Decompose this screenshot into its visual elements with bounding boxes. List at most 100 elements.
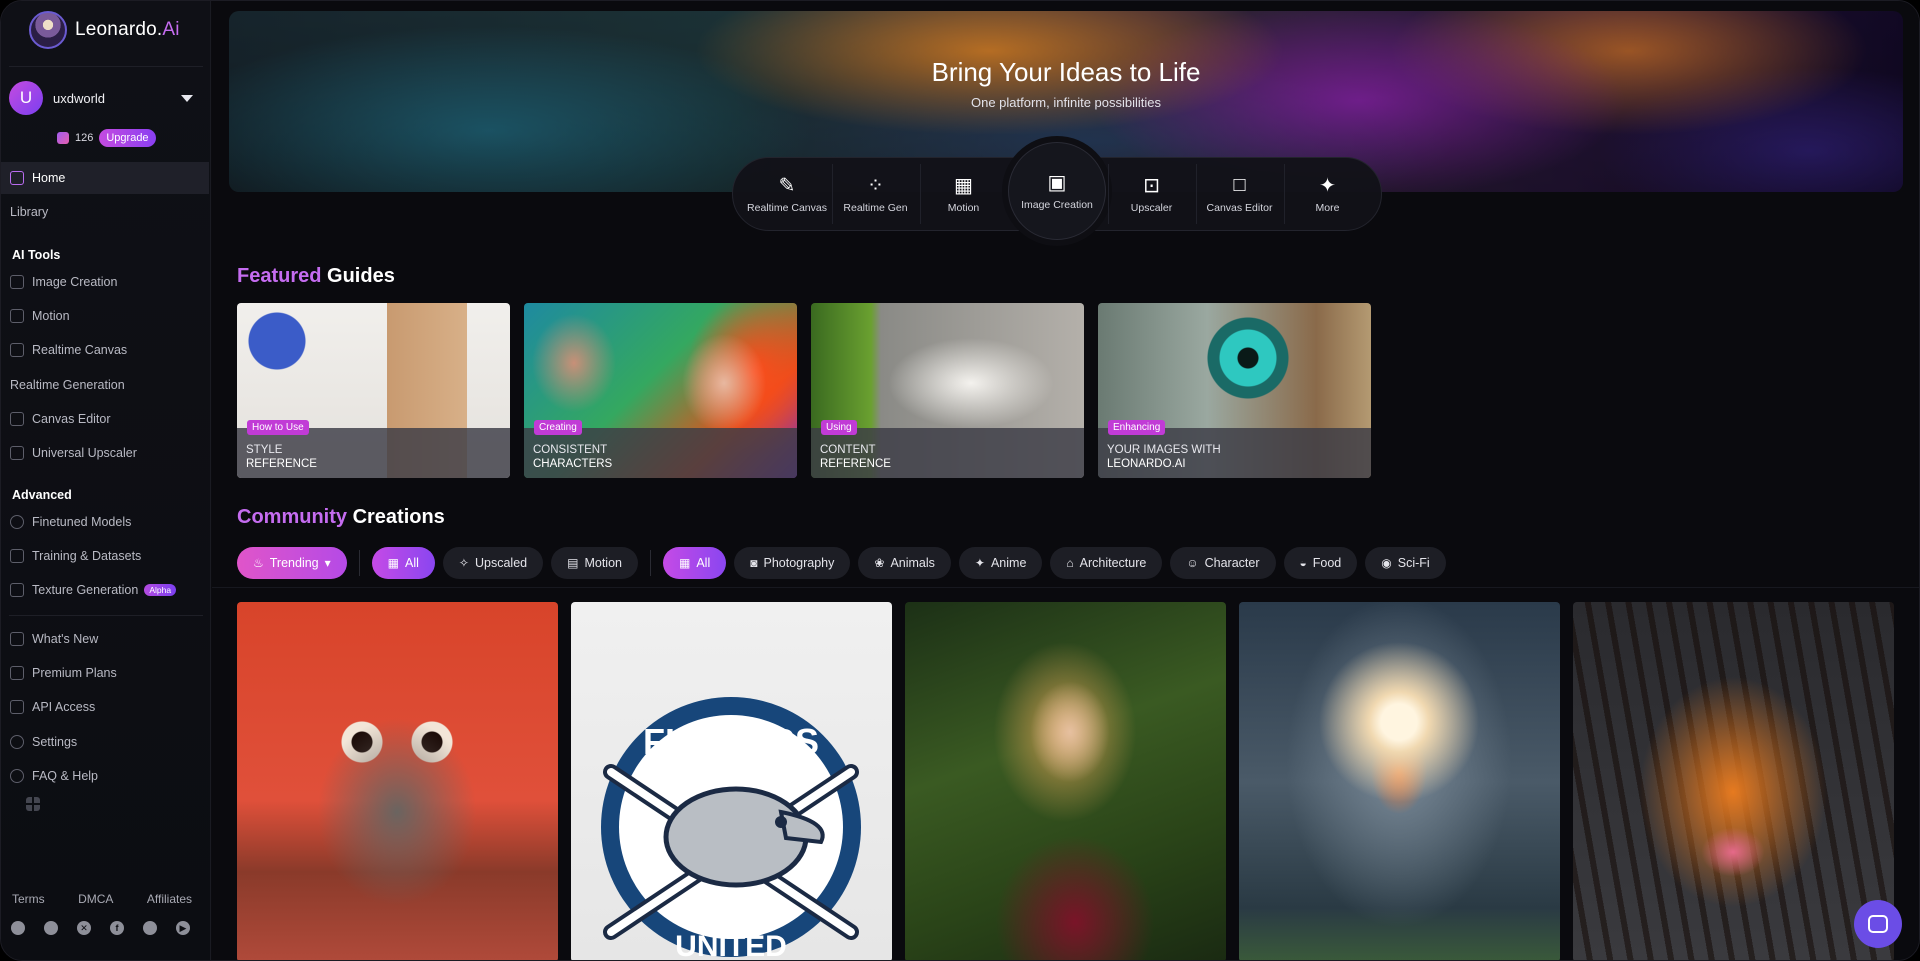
guide-card[interactable]: How to Use Style Reference	[237, 303, 510, 478]
chevron-down-icon[interactable]	[181, 94, 193, 102]
sidebar-item-premium-plans[interactable]: Premium Plans	[1, 657, 209, 689]
flippers-top-text: FLIPPERS	[643, 721, 819, 762]
filter-label: Upscaled	[474, 556, 528, 570]
affiliates-link[interactable]: Affiliates	[147, 892, 192, 906]
filter-category-animals[interactable]: ❀ Animals	[858, 547, 951, 579]
tool-upscaler[interactable]: ⊡ Upscaler	[1108, 164, 1194, 224]
filter-bar: ♨ Trending ▾ ▦ All ✧ Upscaled ▤ Motion ▦ All…	[237, 547, 1446, 579]
sidebar-item-label: Image Creation	[32, 275, 118, 289]
sidebar-item-label: Texture Generation	[32, 583, 139, 597]
guide-line2: Reference	[820, 458, 891, 470]
filter-label: Motion	[584, 556, 622, 570]
paw-icon: ❀	[874, 556, 885, 570]
tool-canvas-editor[interactable]: □ Canvas Editor	[1196, 164, 1282, 224]
tool-realtime-canvas[interactable]: ✎ Realtime Canvas	[744, 164, 830, 224]
grid-icon: ▦	[387, 556, 400, 570]
guide-card[interactable]: Using Content Reference	[811, 303, 1084, 478]
chat-support-button[interactable]	[1854, 900, 1902, 948]
sidebar-item-realtime-generation[interactable]: Realtime Generation	[1, 369, 209, 401]
gear-icon	[10, 735, 24, 749]
sidebar-item-realtime-canvas[interactable]: Realtime Canvas	[1, 334, 209, 366]
section-title-ai-tools: AI Tools	[12, 248, 61, 262]
apple-icon[interactable]	[143, 921, 157, 935]
plans-icon	[10, 666, 24, 680]
sidebar-item-texture-generation[interactable]: Texture Generation Alpha	[1, 574, 209, 606]
filter-category-architecture[interactable]: ⌂ Architecture	[1050, 547, 1163, 579]
filter-category-photography[interactable]: ◙ Photography	[734, 547, 851, 579]
sidebar-item-whats-new[interactable]: What's New	[1, 623, 209, 655]
sidebar-item-image-creation[interactable]: Image Creation	[1, 266, 209, 298]
filter-category-sci-fi[interactable]: ◉ Sci-Fi	[1365, 547, 1446, 579]
divider	[212, 587, 1919, 588]
image-icon: ▣	[1047, 171, 1067, 194]
nodes-icon: ⁘	[867, 174, 884, 197]
filter-category-anime[interactable]: ✦ Anime	[958, 547, 1043, 579]
tool-realtime-gen[interactable]: ⁘ Realtime Gen	[832, 164, 918, 224]
sidebar-item-api-access[interactable]: API Access	[1, 691, 209, 723]
x-icon[interactable]: ✕	[77, 921, 91, 935]
filter-label: Character	[1204, 556, 1260, 570]
sidebar-item-universal-upscaler[interactable]: Universal Upscaler	[1, 437, 209, 469]
tool-label: More	[1315, 202, 1340, 214]
news-icon	[10, 632, 24, 646]
tool-motion[interactable]: ▦ Motion	[920, 164, 1006, 224]
discord-icon[interactable]	[11, 921, 25, 935]
sidebar-item-canvas-editor[interactable]: Canvas Editor	[1, 403, 209, 435]
filter-type-motion[interactable]: ▤ Motion	[551, 547, 638, 579]
guide-card[interactable]: Creating Consistent Characters	[524, 303, 797, 478]
brand-logo	[29, 11, 67, 49]
reddit-icon[interactable]	[44, 921, 58, 935]
filter-label: Architecture	[1079, 556, 1147, 570]
models-icon	[10, 515, 24, 529]
filter-type-upscaled[interactable]: ✧ Upscaled	[442, 547, 544, 579]
guide-line1: Consistent	[533, 444, 608, 456]
terms-link[interactable]: Terms	[12, 892, 45, 906]
guide-line2: Reference	[246, 458, 317, 470]
user-name: uxdworld	[53, 90, 106, 106]
play-store-icon[interactable]: ▶	[176, 921, 190, 935]
tools-bar: ✎ Realtime Canvas ⁘ Realtime Gen ▦ Motio…	[732, 142, 1382, 240]
filter-label: All	[696, 556, 711, 570]
dataset-icon	[10, 549, 24, 563]
upgrade-button[interactable]: Upgrade	[99, 129, 156, 147]
brand[interactable]: Leonardo.Ai	[29, 11, 180, 49]
filter-category-food[interactable]: ◒ Food	[1283, 547, 1358, 579]
gallery-card-flippers-logo[interactable]: FLIPPERS UNITED	[571, 602, 892, 960]
sidebar-item-finetuned-models[interactable]: Finetuned Models	[1, 506, 209, 538]
gallery-card-woman-forest[interactable]	[905, 602, 1226, 960]
dmca-link[interactable]: DMCA	[78, 892, 113, 906]
gallery-card-puppy[interactable]	[237, 602, 558, 960]
sidebar-item-training-datasets[interactable]: Training & Datasets	[1, 540, 209, 572]
section-title-advanced: Advanced	[12, 488, 72, 502]
sidebar-item-library[interactable]: Library	[1, 196, 209, 811]
guide-card[interactable]: Enhancing Your images with Leonardo.Ai	[1098, 303, 1371, 478]
facebook-icon[interactable]: f	[110, 921, 124, 935]
library-icon	[26, 797, 40, 811]
filter-category-character[interactable]: ☺ Character	[1170, 547, 1276, 579]
sort-dropdown[interactable]: ♨ Trending ▾	[237, 547, 347, 579]
help-icon	[10, 769, 24, 783]
flippers-logo: FLIPPERS UNITED	[601, 697, 861, 960]
filter-category-all[interactable]: ▦ All	[662, 547, 727, 579]
key-icon	[10, 700, 24, 714]
person-icon: ☺	[1186, 556, 1199, 570]
flame-icon: ♨	[253, 556, 264, 570]
sidebar-item-faq-help[interactable]: FAQ & Help	[1, 760, 209, 792]
sidebar: Leonardo.Ai U uxdworld 126 Upgrade Home …	[1, 1, 211, 960]
social-links: ✕ f ▶	[11, 921, 190, 935]
sidebar-item-home[interactable]: Home	[1, 162, 209, 194]
sidebar-item-label: Training & Datasets	[32, 549, 142, 563]
user-menu[interactable]: U uxdworld	[9, 81, 205, 115]
divider	[9, 66, 203, 67]
community-creations-heading: Community Creations	[237, 506, 445, 528]
film-icon: ▦	[954, 174, 973, 197]
tool-image-creation[interactable]: ▣ Image Creation	[1008, 142, 1106, 240]
gallery-card-hands-storm[interactable]	[1239, 602, 1560, 960]
token-count: 126	[75, 132, 94, 144]
gallery-card-tiger[interactable]	[1573, 602, 1894, 960]
filter-type-all[interactable]: ▦ All	[371, 547, 435, 579]
sidebar-item-motion[interactable]: Motion	[1, 300, 209, 332]
sidebar-item-label: FAQ & Help	[32, 769, 98, 783]
tool-more[interactable]: ✦ More	[1284, 164, 1370, 224]
sidebar-item-settings[interactable]: Settings	[1, 726, 209, 758]
